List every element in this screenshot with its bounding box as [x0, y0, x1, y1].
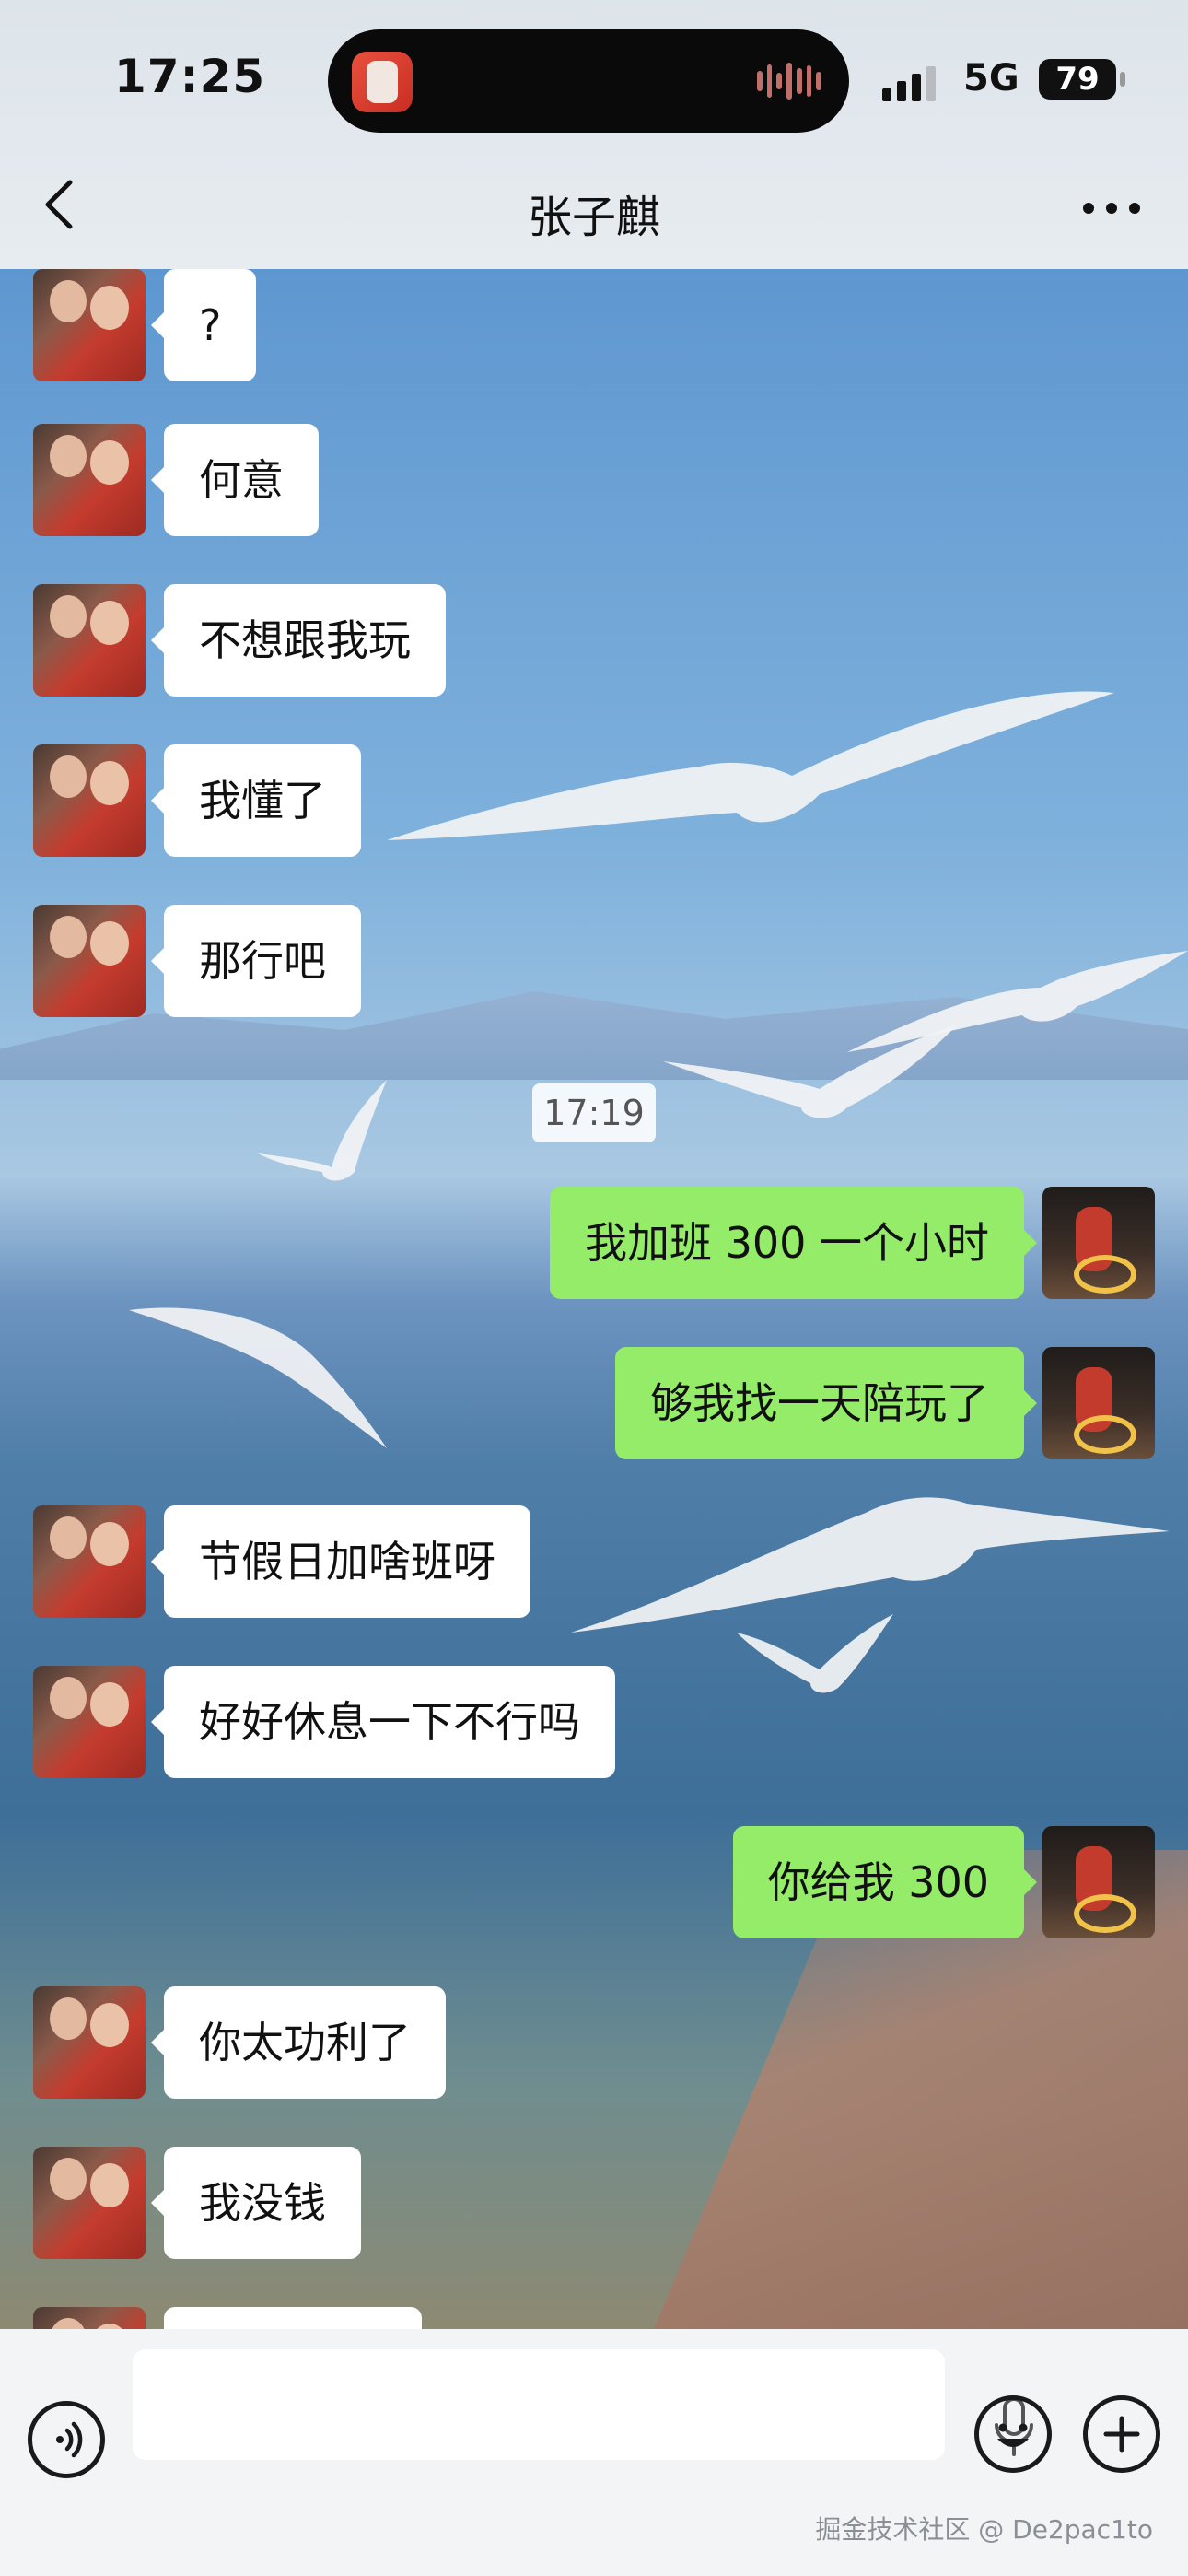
battery-indicator: 79	[1039, 59, 1125, 100]
message-row: 我懂了	[33, 744, 379, 857]
message-row: 好好休息一下不行吗	[33, 1666, 634, 1778]
seagull-decoration	[258, 1080, 387, 1181]
message-bubble[interactable]: 我没钱	[151, 2147, 361, 2259]
message-input[interactable]	[133, 2349, 1033, 2460]
chat-area[interactable]: ? 何意 不想跟我玩 我懂了 那行吧 17:19 我加班 300 一个小时 够我…	[0, 269, 1188, 2329]
message-bubble[interactable]: 你给我 300	[732, 1826, 1038, 1938]
message-bubble[interactable]: 你太功利了	[151, 1986, 446, 2099]
contact-avatar[interactable]	[33, 1986, 146, 2099]
input-bar: 掘金技术社区 @ De2pac1to	[0, 2329, 1188, 2576]
message-timestamp: 17:19	[532, 1083, 656, 1142]
message-bubble[interactable]: 不想跟我玩	[151, 584, 446, 697]
message-row: 你给我 300	[715, 1826, 1155, 1938]
network-type: 5G	[963, 57, 1019, 100]
voice-icon[interactable]	[28, 2401, 105, 2478]
message-bubble[interactable]: 够我找一天陪玩了	[615, 1347, 1037, 1459]
message-row: ?	[33, 269, 274, 381]
dynamic-island[interactable]	[328, 29, 849, 133]
my-avatar[interactable]	[1042, 1347, 1155, 1459]
message-row: 节假日加啥班呀	[33, 1505, 549, 1618]
watermark: 掘金技术社区 @ De2pac1to	[815, 2514, 1153, 2545]
message-row: 那行吧	[33, 905, 379, 1017]
contact-avatar[interactable]	[33, 744, 146, 857]
message-row: 我没钱	[33, 2147, 379, 2259]
contact-avatar[interactable]	[33, 2307, 146, 2329]
message-bubble[interactable]: 节假日加啥班呀	[151, 1505, 530, 1618]
my-avatar[interactable]	[1042, 1826, 1155, 1938]
plus-icon[interactable]	[1083, 2395, 1160, 2473]
seagull-decoration	[129, 1307, 387, 1448]
message-bubble[interactable]: ?	[150, 269, 257, 381]
audio-wave-icon	[757, 61, 822, 101]
seagull-decoration	[571, 1497, 1170, 1633]
seagull-decoration	[737, 1614, 893, 1693]
contact-avatar[interactable]	[33, 584, 146, 697]
page-title: 张子麒	[527, 192, 660, 243]
contact-avatar[interactable]	[33, 1666, 146, 1778]
message-row: 你太功利了	[33, 1986, 464, 2099]
message-bubble[interactable]	[164, 2307, 422, 2329]
message-row: 不想跟我玩	[33, 584, 464, 697]
seagull-decoration	[663, 1025, 958, 1118]
message-bubble[interactable]: 我加班 300 一个小时	[549, 1187, 1038, 1299]
message-bubble[interactable]: 那行吧	[151, 905, 361, 1017]
more-icon[interactable]	[1079, 199, 1144, 217]
emoji-icon[interactable]	[974, 2395, 1052, 2473]
signal-icon	[882, 64, 936, 101]
top-bar: 17:25 5G 79 张子麒	[0, 0, 1188, 269]
contact-avatar[interactable]	[33, 905, 146, 1017]
now-playing-app-icon[interactable]	[352, 52, 413, 112]
message-bubble[interactable]: 我懂了	[151, 744, 361, 857]
my-avatar[interactable]	[1042, 1187, 1155, 1299]
seagull-decoration	[387, 691, 1114, 840]
message-row: 何意	[33, 424, 337, 536]
contact-avatar[interactable]	[33, 1505, 146, 1618]
status-time: 17:25	[114, 50, 266, 103]
contact-avatar[interactable]	[33, 2147, 146, 2259]
message-row: 够我找一天陪玩了	[597, 1347, 1155, 1459]
message-row: 我加班 300 一个小时	[531, 1187, 1155, 1299]
message-bubble[interactable]: 何意	[151, 424, 319, 536]
message-row-partial	[33, 2307, 440, 2329]
contact-avatar[interactable]	[33, 424, 146, 536]
message-bubble[interactable]: 好好休息一下不行吗	[151, 1666, 615, 1778]
contact-avatar[interactable]	[33, 269, 146, 381]
